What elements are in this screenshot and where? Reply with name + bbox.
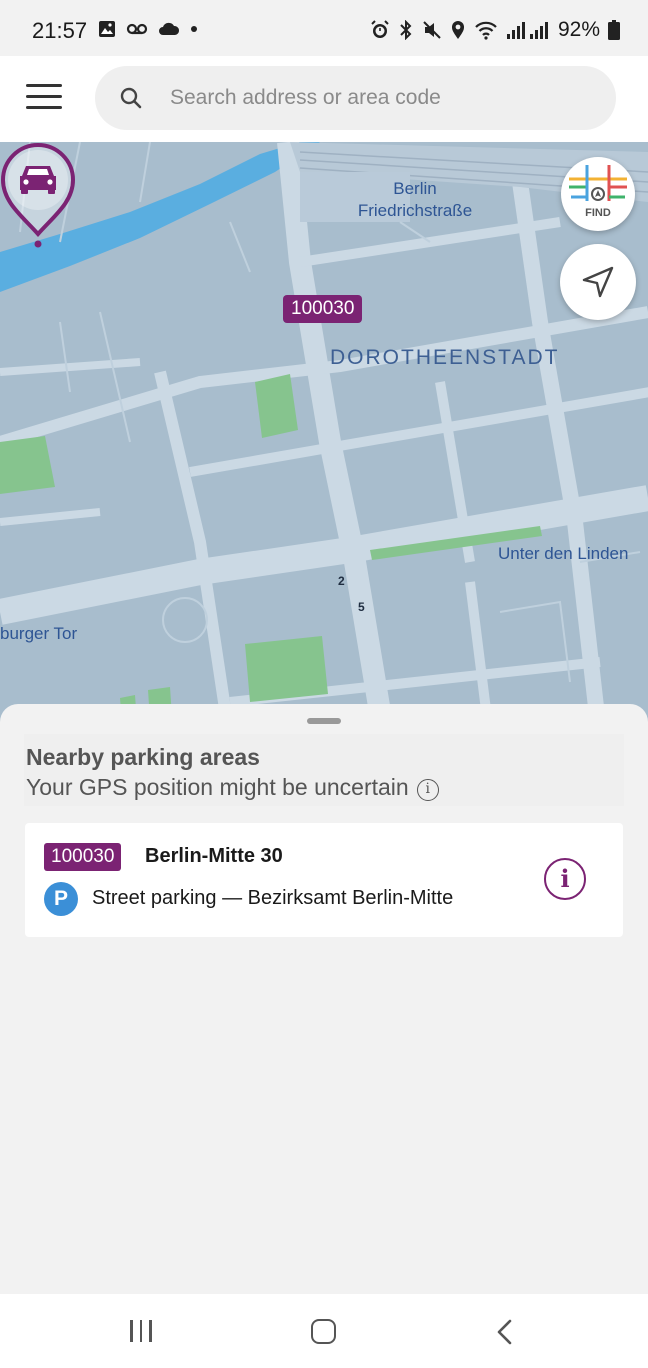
signal-icon (506, 22, 548, 39)
navigation-arrow-icon (582, 266, 614, 298)
find-label: FIND (585, 207, 611, 219)
sheet-header: Nearby parking areas Your GPS position m… (24, 734, 624, 806)
map-label-station: Berlin Friedrichstraße (350, 178, 480, 222)
recent-apps-icon[interactable] (130, 1320, 152, 1342)
map-view[interactable]: Berlin Friedrichstraße DOROTHEENSTADT Un… (0, 142, 648, 742)
bluetooth-icon (400, 20, 412, 40)
area-code-badge: 100030 (44, 843, 122, 871)
sheet-subtitle: Your GPS position might be uncertain i (26, 774, 439, 801)
area-description: Street parking — Bezirksamt Berlin-Mitte (92, 887, 454, 909)
station-label-line2: Friedrichstraße (357, 201, 473, 220)
parking-icon: P (44, 882, 78, 916)
info-icon[interactable]: i (416, 779, 439, 801)
search-bar[interactable] (95, 66, 616, 130)
my-location-button[interactable] (560, 244, 636, 320)
mute-icon (423, 21, 441, 39)
home-icon[interactable] (311, 1319, 336, 1344)
voicemail-icon (126, 23, 148, 35)
status-bar: 21:57 92% (0, 0, 648, 56)
status-time: 21:57 (32, 18, 88, 43)
info-button-icon[interactable]: i (544, 858, 586, 900)
bottom-sheet: Nearby parking areas Your GPS position m… (0, 704, 648, 1294)
area-name: Berlin-Mitte 30 (145, 845, 283, 867)
map-label-gate: burger Tor (0, 624, 78, 643)
sheet-title: Nearby parking areas (26, 744, 260, 770)
map-label-district: DOROTHEENSTADT (330, 346, 560, 369)
back-icon[interactable] (494, 1318, 514, 1346)
parking-pin-icon[interactable] (0, 142, 76, 250)
map-label-number: 2 (338, 574, 345, 588)
sheet-drag-handle[interactable] (307, 718, 341, 724)
search-input[interactable] (170, 66, 590, 130)
find-button[interactable]: FIND (561, 157, 635, 231)
app-header (0, 56, 648, 142)
notification-icons (98, 20, 198, 38)
battery-percent: 92% (557, 18, 600, 41)
gps-warning-text: Your GPS position might be uncertain (26, 774, 409, 800)
battery-icon (608, 20, 620, 40)
alarm-icon (371, 20, 389, 38)
parking-area-card[interactable]: 100030 Berlin-Mitte 30 P Street parking … (25, 823, 623, 937)
gallery-icon (99, 21, 115, 37)
map-label-number: 5 (358, 600, 365, 614)
app-screen: 21:57 92% Search address or area code Be… (0, 0, 648, 1368)
system-icons: 92% (370, 18, 620, 42)
system-nav-bar (0, 1294, 648, 1368)
hamburger-menu-icon[interactable] (26, 84, 62, 114)
map-pin-code-badge[interactable]: 100030 (283, 295, 363, 323)
station-label-line1: Berlin (393, 179, 437, 198)
location-icon (451, 21, 464, 39)
search-icon (120, 87, 142, 109)
find-map-icon (569, 165, 627, 201)
wifi-icon (475, 21, 497, 40)
cloud-icon (159, 22, 180, 35)
dot-icon (191, 26, 197, 32)
map-canvas (0, 142, 648, 742)
map-label-street: Unter den Linden (498, 544, 629, 563)
